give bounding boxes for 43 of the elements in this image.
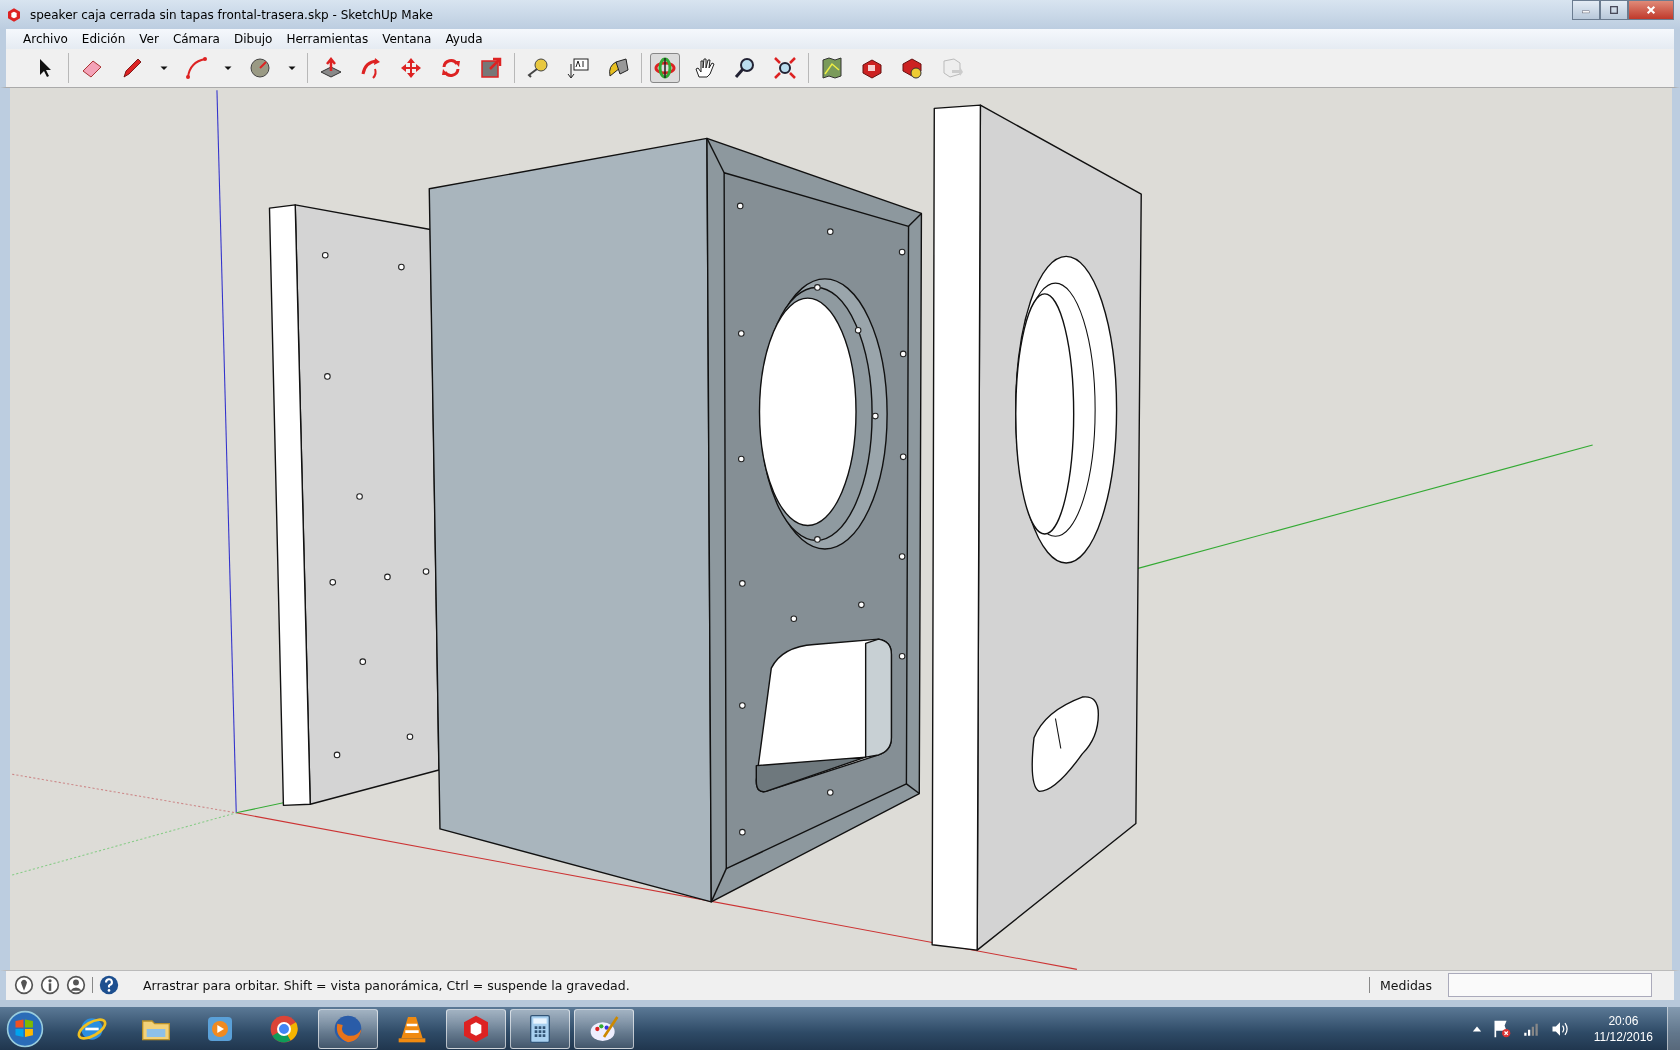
hand-icon (693, 56, 717, 81)
clock-time[interactable]: 20:06 (1608, 1012, 1639, 1029)
minimize-button[interactable] (1572, 0, 1600, 20)
status-message: Arrastrar para orbitar. Shift = vista panorámica, Ctrl = suspende la gravedad. (143, 977, 631, 993)
close-button[interactable] (1628, 0, 1674, 20)
window-title: speaker caja cerrada sin tapas frontal-trasera.skp - SketchUp Make (30, 7, 433, 22)
measurements-label: Medidas (1380, 977, 1432, 993)
menu-item[interactable]: Ayuda (438, 31, 490, 46)
orbit-tool-button[interactable] (650, 53, 680, 84)
text-label-icon (566, 56, 590, 81)
clock-date[interactable]: 11/12/2016 (1593, 1028, 1653, 1045)
search-icon (733, 56, 757, 81)
taskbar-app-button[interactable] (574, 1008, 634, 1049)
help-icon[interactable] (99, 975, 119, 996)
maximize-button[interactable] (1600, 0, 1628, 20)
sketchup-logo-icon (6, 6, 22, 23)
start-button-icon[interactable] (6, 1009, 44, 1048)
menu-item[interactable]: Ver (132, 31, 166, 46)
box-upload-icon (900, 56, 924, 81)
measurements-field[interactable] (1448, 973, 1652, 998)
maximize-icon (1608, 5, 1620, 15)
menu-item[interactable]: Archivo (16, 31, 75, 46)
scale-icon (479, 56, 503, 81)
menu-item[interactable]: Edición (74, 31, 133, 46)
taskbar-app-button[interactable] (446, 1008, 506, 1049)
arc-icon (184, 56, 208, 81)
info-icon[interactable] (40, 975, 60, 996)
location-pin-icon[interactable] (14, 975, 34, 996)
close-icon (1645, 5, 1657, 15)
circle-icon (248, 56, 272, 81)
menu-item[interactable]: Dibujo (226, 31, 280, 46)
zoom-extents-icon (773, 56, 797, 81)
orbit-icon (653, 56, 677, 81)
taskbar-app-button[interactable] (510, 1008, 570, 1049)
faded-box-icon (940, 56, 964, 81)
show-desktop-button[interactable] (1667, 1007, 1680, 1050)
menu-item[interactable]: Ventana (375, 31, 439, 46)
taskbar-app-button[interactable] (318, 1008, 378, 1049)
menu-item[interactable]: Cámara (165, 31, 227, 46)
person-icon[interactable] (66, 975, 86, 996)
pencil-icon (120, 56, 144, 81)
menu-item[interactable]: Herramientas (279, 31, 376, 46)
map-icon (820, 56, 844, 81)
